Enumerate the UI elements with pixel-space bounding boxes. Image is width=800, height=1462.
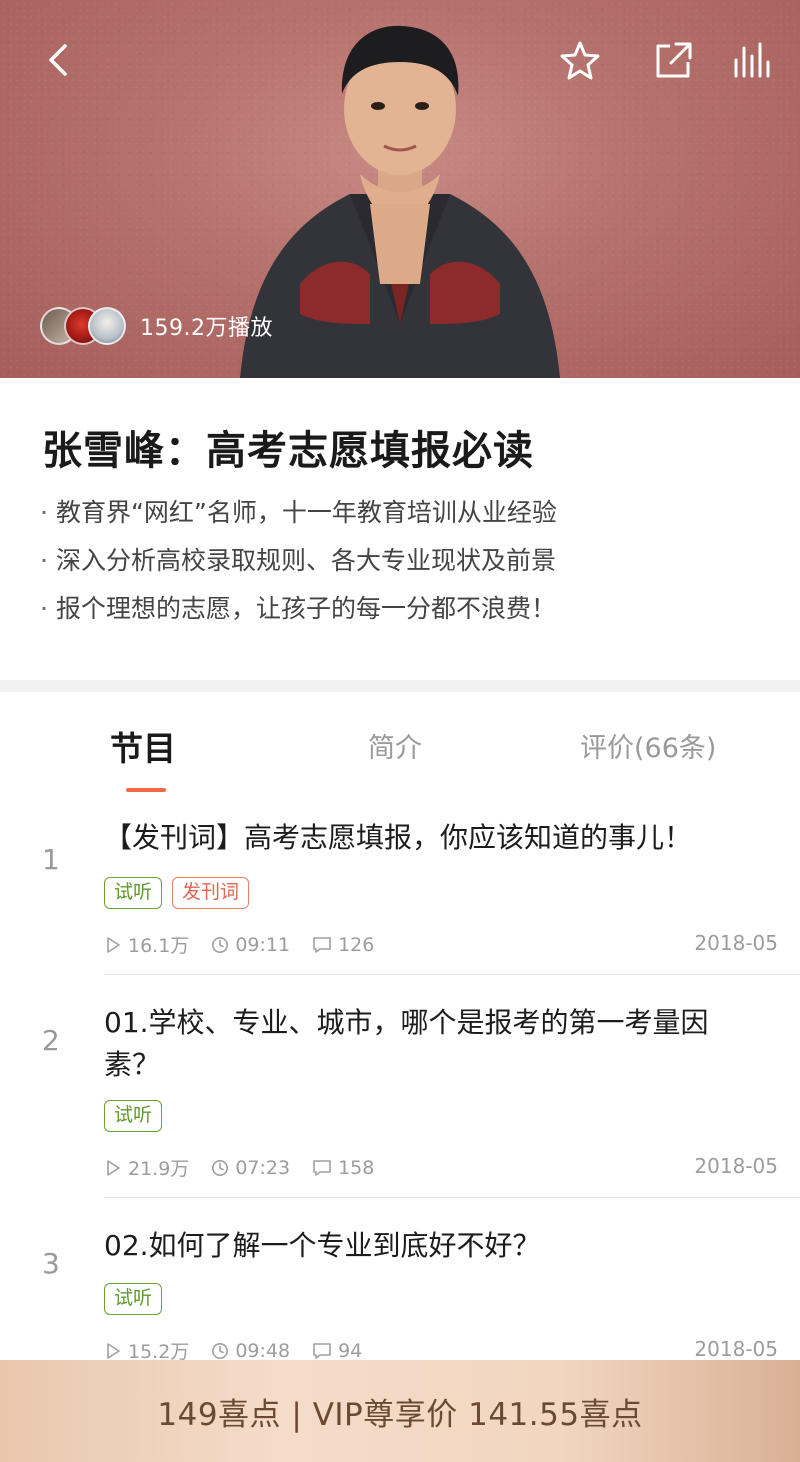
avatar bbox=[88, 307, 126, 345]
comment-count: 126 bbox=[338, 933, 375, 956]
row-divider bbox=[104, 974, 800, 975]
duration-stat: 07:23 bbox=[211, 1157, 290, 1179]
play-count: 159.2万播放 bbox=[140, 316, 273, 341]
star-icon bbox=[560, 41, 600, 80]
play-stat: 16.1万 bbox=[104, 931, 189, 958]
presenter-photo bbox=[240, 25, 560, 378]
share-icon bbox=[656, 42, 692, 78]
duration: 07:23 bbox=[235, 1156, 291, 1179]
episode-title: 02.如何了解一个专业到底好不好？ bbox=[104, 1229, 541, 1262]
course-title: 张雪峰：高考志愿填报必读 bbox=[42, 428, 534, 474]
back-button[interactable] bbox=[34, 36, 82, 84]
episode-date: 2018-05 bbox=[694, 931, 778, 955]
play-icon bbox=[107, 1159, 120, 1176]
tag-preview: 试听 bbox=[104, 1283, 163, 1315]
hero-banner: 159.2万播放 bbox=[0, 0, 800, 378]
row-divider bbox=[104, 1197, 800, 1198]
active-tab-indicator bbox=[126, 788, 166, 792]
clock-icon bbox=[212, 1159, 229, 1176]
tag-intro: 发刊词 bbox=[172, 877, 250, 909]
episode-number: 3 bbox=[42, 1247, 60, 1280]
purchase-button[interactable]: 149喜点 | VIP尊享价 141.55喜点 bbox=[0, 1360, 800, 1462]
comment-icon bbox=[313, 1342, 331, 1359]
episode-tags: 试听 发刊词 bbox=[104, 877, 250, 909]
comment-count: 94 bbox=[338, 1339, 363, 1362]
play-icon bbox=[107, 1342, 120, 1359]
play-stats: 159.2万播放 bbox=[40, 306, 273, 346]
episode-title: 【发刊词】高考志愿填报，你应该知道的事儿！ bbox=[104, 821, 693, 854]
tab-bar: 节目 简介 评价(66条) bbox=[0, 712, 800, 792]
episode-tags: 试听 bbox=[104, 1100, 163, 1132]
clock-icon bbox=[212, 936, 229, 953]
episode-date: 2018-05 bbox=[694, 1154, 778, 1178]
episode-tags: 试听 bbox=[104, 1283, 163, 1315]
episode-item[interactable]: 2 01.学校、专业、城市，哪个是报考的第一考量因素？ 试听 21.9万 07:… bbox=[0, 1000, 800, 1198]
feature-item: 深入分析高校录取规则、各大专业现状及前景 bbox=[40, 542, 557, 590]
tab-reviews[interactable]: 评价(66条) bbox=[580, 726, 716, 765]
audio-button[interactable] bbox=[726, 36, 774, 84]
purchase-label: 149喜点 | VIP尊享价 141.55喜点 bbox=[157, 1396, 643, 1433]
episode-meta: 21.9万 07:23 158 bbox=[104, 1154, 396, 1181]
comment-count: 158 bbox=[338, 1156, 375, 1179]
favorite-button[interactable] bbox=[556, 36, 604, 84]
equalizer-icon bbox=[734, 42, 770, 78]
feature-item: 教育界“网红”名师，十一年教育培训从业经验 bbox=[40, 494, 557, 542]
play-count: 16.1万 bbox=[128, 935, 190, 957]
tab-intro[interactable]: 简介 bbox=[368, 726, 422, 765]
tag-preview: 试听 bbox=[104, 877, 163, 909]
comment-stat: 94 bbox=[312, 1340, 362, 1362]
episode-date: 2018-05 bbox=[694, 1337, 778, 1361]
play-count: 21.9万 bbox=[128, 1158, 190, 1180]
section-divider bbox=[0, 680, 800, 692]
comment-stat: 158 bbox=[312, 1157, 374, 1179]
chevron-left-icon bbox=[49, 44, 67, 76]
play-icon bbox=[107, 936, 120, 953]
duration-stat: 09:48 bbox=[211, 1340, 290, 1362]
episode-number: 2 bbox=[42, 1024, 60, 1057]
duration: 09:48 bbox=[235, 1339, 291, 1362]
tab-episodes[interactable]: 节目 bbox=[110, 722, 176, 770]
episode-title: 01.学校、专业、城市，哪个是报考的第一考量因素？ bbox=[104, 1006, 709, 1081]
duration-stat: 09:11 bbox=[211, 934, 290, 956]
episode-item[interactable]: 3 02.如何了解一个专业到底好不好？ 试听 15.2万 09:48 94 20… bbox=[0, 1223, 800, 1363]
episode-meta: 16.1万 09:11 126 bbox=[104, 931, 396, 958]
share-button[interactable] bbox=[648, 36, 696, 84]
play-stat: 21.9万 bbox=[104, 1154, 189, 1181]
comment-icon bbox=[313, 1159, 331, 1176]
episode-item[interactable]: 1 【发刊词】高考志愿填报，你应该知道的事儿！ 试听 发刊词 16.1万 09:… bbox=[0, 815, 800, 975]
feature-item: 报个理想的志愿，让孩子的每一分都不浪费！ bbox=[40, 590, 557, 638]
listener-avatars bbox=[40, 307, 126, 345]
tag-preview: 试听 bbox=[104, 1100, 163, 1132]
episode-number: 1 bbox=[42, 843, 60, 876]
comment-stat: 126 bbox=[312, 934, 374, 956]
feature-list: 教育界“网红”名师，十一年教育培训从业经验 深入分析高校录取规则、各大专业现状及… bbox=[40, 494, 557, 638]
comment-icon bbox=[313, 936, 331, 953]
clock-icon bbox=[212, 1342, 229, 1359]
duration: 09:11 bbox=[235, 933, 291, 956]
